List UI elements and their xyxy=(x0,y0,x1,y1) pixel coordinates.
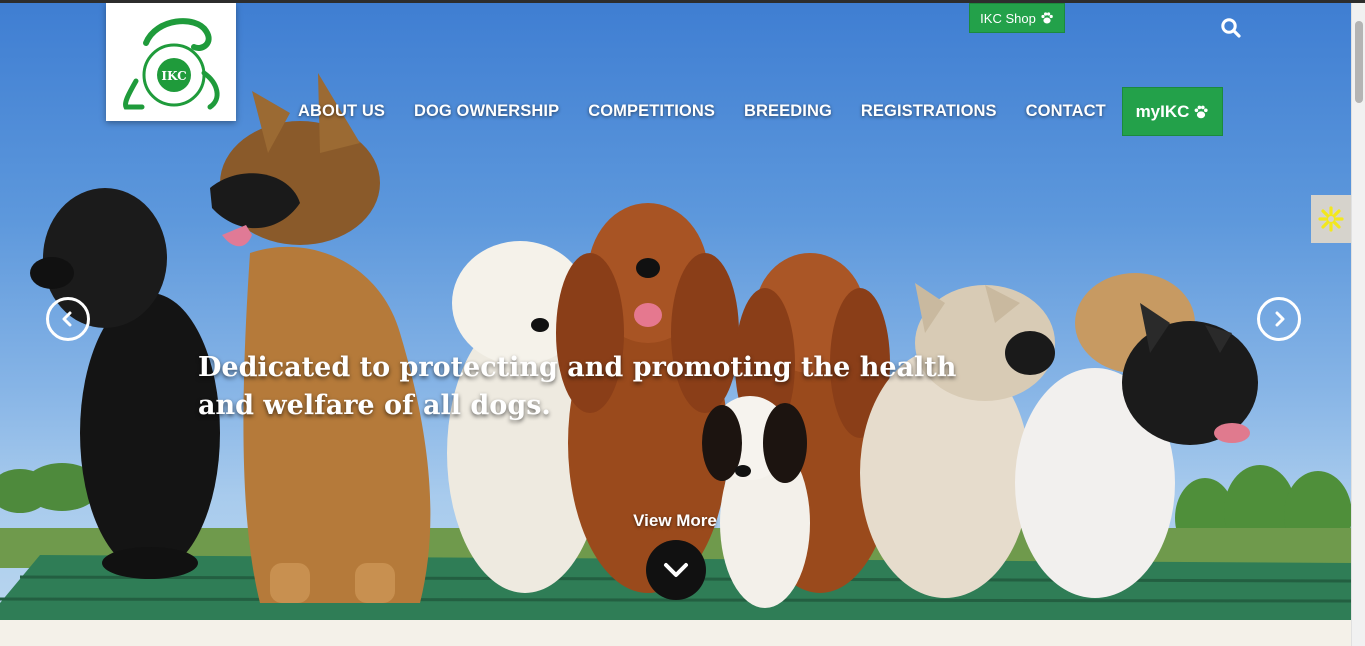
chevron-right-icon xyxy=(1275,311,1285,327)
page-viewport: IKC IKC Shop ABOUT US DOG OWNERSHIP COMP… xyxy=(0,3,1351,646)
myikc-label: myIKC xyxy=(1135,101,1190,121)
accessibility-button[interactable] xyxy=(1311,195,1351,243)
logo-initials: IKC xyxy=(161,69,186,83)
nav-dog-ownership[interactable]: DOG OWNERSHIP xyxy=(414,102,559,126)
scrollbar-thumb[interactable] xyxy=(1355,21,1363,103)
paw-icon xyxy=(1041,12,1053,24)
nav-breeding[interactable]: BREEDING xyxy=(744,102,832,126)
ikc-shop-button[interactable]: IKC Shop xyxy=(969,3,1065,33)
myikc-button[interactable]: myIKC xyxy=(1122,87,1223,136)
page-scrollbar[interactable] xyxy=(1351,3,1365,646)
paw-icon xyxy=(1195,105,1209,118)
nav-contact[interactable]: CONTACT xyxy=(1026,102,1106,126)
nav-registrations[interactable]: REGISTRATIONS xyxy=(861,102,997,126)
search-icon[interactable] xyxy=(1220,17,1242,39)
view-more-button[interactable] xyxy=(646,540,706,600)
ikc-logo[interactable]: IKC xyxy=(106,3,236,121)
carousel-prev-button[interactable] xyxy=(46,297,90,341)
hero-tagline-line-2: and welfare of all dogs. xyxy=(198,390,551,421)
nav-competitions[interactable]: COMPETITIONS xyxy=(588,102,715,126)
hero-tagline-line-1: Dedicated to protecting and promoting th… xyxy=(198,352,957,383)
chevron-left-icon xyxy=(62,311,72,327)
shop-label: IKC Shop xyxy=(980,10,1036,26)
accessibility-icon xyxy=(1318,206,1344,232)
nav-about-us[interactable]: ABOUT US xyxy=(298,102,385,126)
main-navigation: ABOUT US DOG OWNERSHIP COMPETITIONS BREE… xyxy=(298,102,1106,126)
hero-banner: IKC IKC Shop ABOUT US DOG OWNERSHIP COMP… xyxy=(0,3,1351,620)
ikc-logo-icon: IKC xyxy=(123,18,220,110)
view-more-label[interactable]: View More xyxy=(620,511,730,531)
hero-tagline: Dedicated to protecting and promoting th… xyxy=(198,349,958,425)
chevron-down-icon xyxy=(664,563,688,577)
shepherd-dog xyxy=(210,73,431,604)
black-poodle xyxy=(30,188,220,579)
carousel-next-button[interactable] xyxy=(1257,297,1301,341)
